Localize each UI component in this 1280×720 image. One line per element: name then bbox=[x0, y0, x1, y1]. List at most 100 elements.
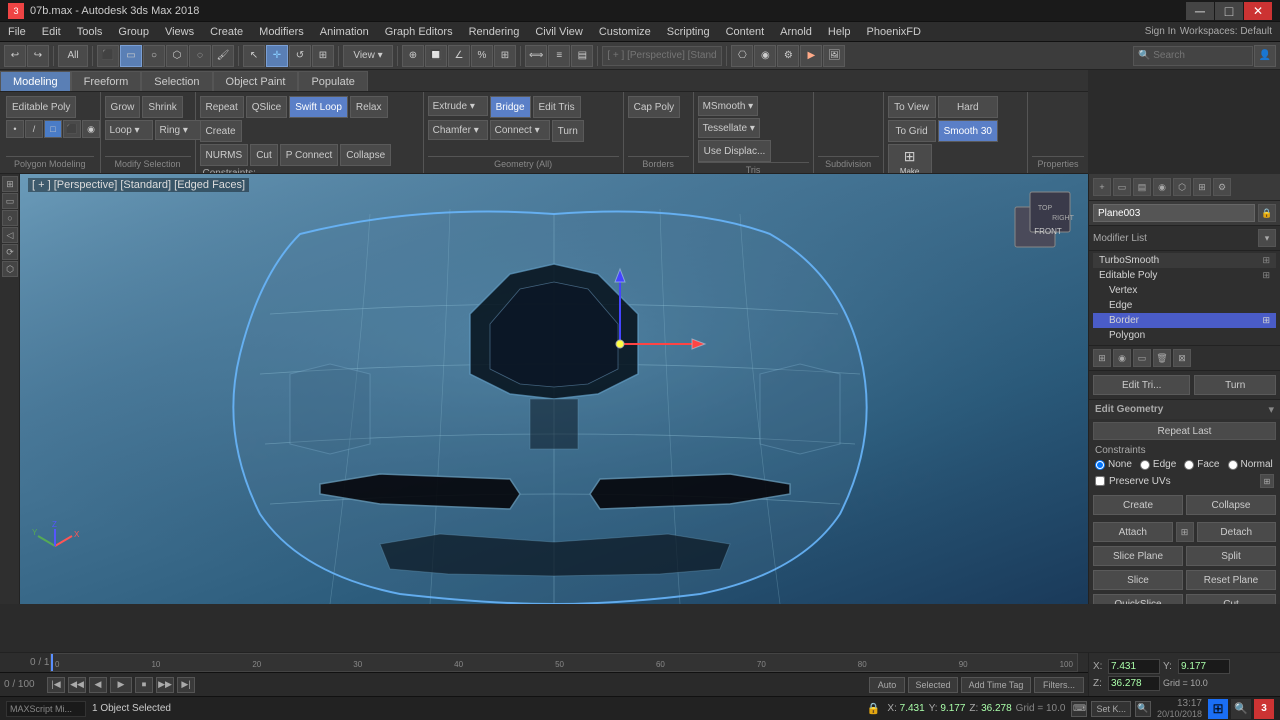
paint-select-button[interactable]: 🖌 bbox=[212, 45, 234, 67]
layer-manager-button[interactable]: ▤ bbox=[571, 45, 593, 67]
render-frame-button[interactable]: 🖼 bbox=[823, 45, 845, 67]
to-grid-button[interactable]: To Grid bbox=[888, 120, 936, 142]
border-mode-button[interactable]: □ bbox=[44, 120, 62, 138]
mirror-button[interactable]: ⟺ bbox=[525, 45, 547, 67]
panel-icon-5[interactable]: ⬡ bbox=[1173, 178, 1191, 196]
menu-file[interactable]: File bbox=[0, 24, 34, 40]
make-planar-button[interactable]: ⊞ Make Planar bbox=[888, 144, 932, 174]
edge-mode-button[interactable]: / bbox=[25, 120, 43, 138]
modifier-item-vertex[interactable]: Vertex bbox=[1093, 283, 1276, 298]
lock-name-button[interactable]: 🔒 bbox=[1258, 204, 1276, 222]
spinner-snap-button[interactable]: ⊞ bbox=[494, 45, 516, 67]
menu-modifiers[interactable]: Modifiers bbox=[251, 24, 312, 40]
select-rect-button[interactable]: ▭ bbox=[120, 45, 142, 67]
preserve-uvs-settings[interactable]: ⊞ bbox=[1260, 474, 1274, 488]
select-button[interactable]: ↖ bbox=[243, 45, 265, 67]
stack-icon-2[interactable]: ◉ bbox=[1113, 349, 1131, 367]
taskbar-search[interactable]: 🔍 bbox=[1231, 699, 1251, 719]
add-time-tag-button[interactable]: Add Time Tag bbox=[961, 677, 1031, 693]
constraint-normal[interactable]: Normal bbox=[1228, 459, 1273, 470]
slice-plane-button[interactable]: Slice Plane bbox=[1093, 546, 1183, 566]
edit-geometry-header[interactable]: Edit Geometry ▾ bbox=[1089, 400, 1280, 419]
render-button[interactable]: ▶ bbox=[800, 45, 822, 67]
play-button[interactable]: ▶ bbox=[110, 677, 132, 693]
shrink-button[interactable]: Shrink bbox=[142, 96, 182, 118]
stop-button[interactable]: ⏹ bbox=[135, 677, 153, 693]
stack-delete-button[interactable]: 🗑 bbox=[1153, 349, 1171, 367]
turn-panel-button[interactable]: Turn bbox=[1194, 375, 1276, 395]
cut-button[interactable]: Cut bbox=[250, 144, 278, 166]
left-toolbar-btn-3[interactable]: ○ bbox=[2, 210, 18, 226]
cap-poly-button[interactable]: Cap Poly bbox=[628, 96, 681, 118]
menu-civil-view[interactable]: Civil View bbox=[527, 24, 590, 40]
panel-icon-3[interactable]: ▤ bbox=[1133, 178, 1151, 196]
nav-cube[interactable]: FRONT RIGHT TOP bbox=[1010, 182, 1080, 252]
stack-icon-5[interactable]: ⊠ bbox=[1173, 349, 1191, 367]
msmooth-button[interactable]: MSmooth ▾ bbox=[698, 96, 759, 116]
detach-panel-button[interactable]: Detach bbox=[1197, 522, 1277, 542]
edit-tri-button[interactable]: Edit Tri... bbox=[1093, 375, 1190, 395]
relax-button[interactable]: Relax bbox=[350, 96, 388, 118]
menu-group[interactable]: Group bbox=[110, 24, 157, 40]
windows-start[interactable]: ⊞ bbox=[1208, 699, 1228, 719]
modifier-item-turbosmooth[interactable]: TurboSmooth ⊞ bbox=[1093, 253, 1276, 268]
rotate-button[interactable]: ↺ bbox=[289, 45, 311, 67]
menu-help[interactable]: Help bbox=[820, 24, 859, 40]
play-reverse-button[interactable]: ◀ bbox=[89, 677, 107, 693]
user-icon[interactable]: 👤 bbox=[1254, 45, 1276, 67]
select-circle-button[interactable]: ○ bbox=[143, 45, 165, 67]
tab-modeling[interactable]: Modeling bbox=[0, 71, 71, 91]
menu-customize[interactable]: Customize bbox=[591, 24, 659, 40]
menu-tools[interactable]: Tools bbox=[69, 24, 111, 40]
repeat-button[interactable]: Repeat bbox=[200, 96, 244, 118]
panel-icon-6[interactable]: ⊞ bbox=[1193, 178, 1211, 196]
chamfer-button[interactable]: Chamfer ▾ bbox=[428, 120, 488, 140]
move-button[interactable]: ✛ bbox=[266, 45, 288, 67]
left-toolbar-btn-6[interactable]: ⬡ bbox=[2, 261, 18, 277]
create-panel-button[interactable]: Create bbox=[1093, 495, 1183, 515]
select-all-button[interactable]: All bbox=[58, 45, 88, 67]
select-obj-button[interactable]: ⬛ bbox=[97, 45, 119, 67]
nurms-button[interactable]: NURMS bbox=[200, 144, 249, 166]
search-input[interactable] bbox=[1133, 46, 1253, 66]
create-button[interactable]: Create bbox=[200, 120, 242, 142]
loop-button[interactable]: Loop ▾ bbox=[105, 120, 153, 140]
smooth-button[interactable]: Smooth 30 bbox=[938, 120, 998, 142]
kbd-shortcut-button[interactable]: ⌨ bbox=[1071, 701, 1087, 717]
attach-settings-button[interactable]: ⊞ bbox=[1176, 522, 1194, 542]
left-toolbar-btn-5[interactable]: ⟳ bbox=[2, 244, 18, 260]
percent-snap-button[interactable]: % bbox=[471, 45, 493, 67]
slice-button[interactable]: Slice bbox=[1093, 570, 1183, 590]
z-coord[interactable]: 36.278 bbox=[1108, 676, 1160, 691]
menu-create[interactable]: Create bbox=[202, 24, 251, 40]
lock-button[interactable]: 🔒 bbox=[865, 701, 881, 717]
next-frame-button[interactable]: ▶| bbox=[177, 677, 195, 693]
select-fence-button[interactable]: ⬡ bbox=[166, 45, 188, 67]
next-key-button[interactable]: ▶▶ bbox=[156, 677, 174, 693]
extrude-button[interactable]: Extrude ▾ bbox=[428, 96, 488, 116]
render-setup-button[interactable]: ⚙ bbox=[777, 45, 799, 67]
prev-key-button[interactable]: ◀◀ bbox=[68, 677, 86, 693]
bridge-button[interactable]: Bridge bbox=[490, 96, 531, 118]
maximize-button[interactable]: □ bbox=[1215, 2, 1243, 20]
editable-poly-button[interactable]: Editable Poly bbox=[6, 96, 76, 118]
to-view-button[interactable]: To View bbox=[888, 96, 936, 118]
signin-area[interactable]: Sign In Workspaces: Default bbox=[1137, 26, 1280, 37]
menu-arnold[interactable]: Arnold bbox=[772, 24, 820, 40]
search-button-status[interactable]: 🔍 bbox=[1135, 701, 1151, 717]
collapse-panel-button[interactable]: Collapse bbox=[1186, 495, 1276, 515]
modifier-list-expand[interactable]: ▾ bbox=[1258, 229, 1276, 247]
menu-views[interactable]: Views bbox=[157, 24, 202, 40]
select-lasso-button[interactable]: ◌ bbox=[189, 45, 211, 67]
tab-selection[interactable]: Selection bbox=[141, 71, 212, 91]
left-toolbar-btn-2[interactable]: ▭ bbox=[2, 193, 18, 209]
modifier-item-polygon[interactable]: Polygon bbox=[1093, 328, 1276, 343]
turn-button[interactable]: Turn bbox=[552, 120, 584, 142]
close-button[interactable]: ✕ bbox=[1244, 2, 1272, 20]
menu-graph-editors[interactable]: Graph Editors bbox=[377, 24, 461, 40]
angle-snap-button[interactable]: ∠ bbox=[448, 45, 470, 67]
scale-button[interactable]: ⊞ bbox=[312, 45, 334, 67]
panel-icon-2[interactable]: ▭ bbox=[1113, 178, 1131, 196]
constraint-none[interactable]: None bbox=[1095, 459, 1132, 470]
grow-button[interactable]: Grow bbox=[105, 96, 141, 118]
